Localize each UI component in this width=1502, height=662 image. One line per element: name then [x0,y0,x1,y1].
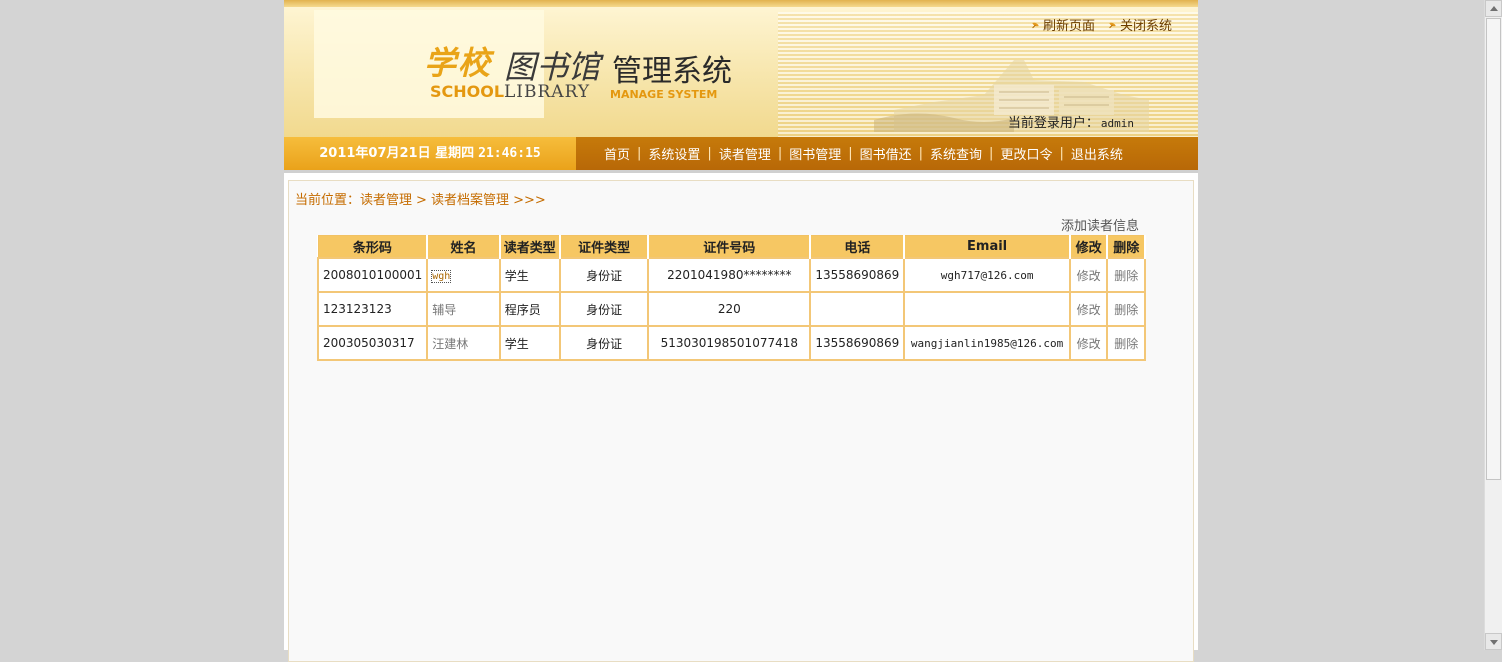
col-phone: 电话 [809,235,906,259]
main-content: 当前位置：读者管理 > 读者档案管理 >>> 添加读者信息 条形码 姓名 读者类型 … [288,180,1194,662]
edit-link[interactable]: 修改 [1068,257,1109,293]
breadcrumb-separator: > [416,193,427,208]
nav-logout[interactable]: 退出系统 [1071,144,1123,163]
breadcrumb-label: 当前位置： [295,193,361,208]
cell-id-number: 513030198501077418 [647,325,812,361]
table-row: 200305030317 汪建林 学生 身份证 5130301985010774… [316,325,1146,361]
scroll-down-arrow-icon[interactable] [1485,633,1502,650]
current-user-name: admin [1100,117,1134,130]
banner-top-strip [284,0,1198,7]
cell-id-type: 身份证 [558,291,650,327]
breadcrumb: 当前位置：读者管理 > 读者档案管理 >>> [295,189,546,208]
cell-id-type: 身份证 [558,325,650,361]
col-id-type: 证件类型 [559,235,650,259]
cell-name: wgh [426,257,501,293]
cell-id-number: 220 [647,291,812,327]
nav-book-borrow-return[interactable]: 图书借还 [860,144,912,163]
main-menu: 首页 | 系统设置 | 读者管理 | 图书管理 | 图书借还 | 系统查询 | … [604,137,1123,170]
nav-change-password[interactable]: 更改口令 [1000,144,1052,163]
logo-school-en: SCHOOL [430,82,505,101]
cell-reader-type: 学生 [498,325,561,361]
nav-book-management[interactable]: 图书管理 [789,144,841,163]
current-user-label: 当前登录用户： [1007,116,1099,131]
logo-library-en: LIBRARY [504,82,591,102]
leaf-icon [1109,20,1117,30]
reader-name-link[interactable]: 汪建林 [432,337,468,351]
cell-name: 辅导 [426,291,501,327]
col-reader-type: 读者类型 [499,235,561,259]
edit-link[interactable]: 修改 [1068,325,1109,361]
current-date: 2011年07月21日 星期四 [319,146,475,161]
cell-email: wangjianlin1985@126.com [903,325,1071,361]
nav-system-query[interactable]: 系统查询 [930,144,982,163]
add-reader-link[interactable]: 添加读者信息 [1061,215,1139,234]
table-row: 2008010100001 wgh 学生 身份证 2201041980*****… [316,257,1146,293]
cell-email: wgh717@126.com [903,257,1071,293]
delete-link[interactable]: 删除 [1106,325,1146,361]
reader-table: 条形码 姓名 读者类型 证件类型 证件号码 电话 Email 修改 删除 200… [316,235,1146,361]
col-email: Email [903,235,1071,259]
scroll-thumb[interactable] [1486,18,1501,480]
delete-link[interactable]: 删除 [1106,291,1146,327]
refresh-page-label: 刷新页面 [1042,19,1095,34]
cell-barcode: 2008010100001 [316,257,429,293]
close-system-label: 关闭系统 [1119,19,1172,34]
nav-separator: | [637,146,642,161]
breadcrumb-level2: 读者档案管理 [430,193,509,208]
breadcrumb-suffix: >>> [513,193,546,208]
cell-name: 汪建林 [426,325,501,361]
nav-separator: | [777,146,783,161]
current-time: 21:46:15 [478,146,541,161]
datetime-display: 2011年07月21日 星期四 21:46:15 [284,137,576,170]
nav-home[interactable]: 首页 [604,144,630,163]
nav-system-settings[interactable]: 系统设置 [648,144,700,163]
nav-separator: | [707,146,712,161]
cell-id-number: 2201041980******** [647,257,812,293]
delete-link[interactable]: 删除 [1106,257,1146,293]
close-system-link[interactable]: 关闭系统 [1109,15,1172,34]
current-user: 当前登录用户： admin [1008,112,1134,131]
nav-separator: | [918,146,924,161]
vertical-scrollbar[interactable] [1484,0,1502,650]
logo-manage-cn: 管理系统 [612,54,732,89]
nav-separator: | [989,146,994,161]
table-header-row: 条形码 姓名 读者类型 证件类型 证件号码 电话 Email 修改 删除 [317,235,1146,259]
scroll-up-arrow-icon[interactable] [1485,0,1502,17]
col-edit: 修改 [1069,235,1109,259]
reader-name-link[interactable]: 辅导 [432,303,456,317]
refresh-page-link[interactable]: 刷新页面 [1032,15,1095,34]
cell-phone [809,291,906,327]
col-id-number: 证件号码 [647,235,812,259]
cell-barcode: 200305030317 [316,325,429,361]
top-links: 刷新页面 关闭系统 [1032,15,1172,34]
logo-school-cn: 学校 [424,44,493,82]
page: 学校 图书馆 管理系统 SCHOOL LIBRARY MANAGE SYSTEM… [284,0,1198,662]
cell-reader-type: 学生 [498,257,561,293]
cell-phone: 13558690869 [809,325,906,361]
col-delete: 删除 [1106,235,1146,259]
cell-barcode: 123123123 [316,291,429,327]
nav-separator: | [1059,146,1064,161]
header-banner: 学校 图书馆 管理系统 SCHOOL LIBRARY MANAGE SYSTEM… [284,0,1198,137]
nav-reader-management[interactable]: 读者管理 [719,144,771,163]
nav-bar: 2011年07月21日 星期四 21:46:15 首页 | 系统设置 | 读者管理… [284,137,1198,173]
col-barcode: 条形码 [317,235,429,259]
edit-link[interactable]: 修改 [1068,291,1109,327]
cell-reader-type: 程序员 [498,291,561,327]
logo-manage-en: MANAGE SYSTEM [610,88,718,101]
table-row: 123123123 辅导 程序员 身份证 220 修改 删除 [316,291,1146,327]
leaf-icon [1032,20,1040,30]
cell-email [903,291,1071,327]
cell-id-type: 身份证 [558,257,650,293]
nav-separator: | [848,146,853,161]
breadcrumb-level1: 读者管理 [360,193,413,208]
col-name: 姓名 [426,235,501,259]
cell-phone: 13558690869 [809,257,906,293]
reader-name-link[interactable]: wgh [431,270,452,283]
